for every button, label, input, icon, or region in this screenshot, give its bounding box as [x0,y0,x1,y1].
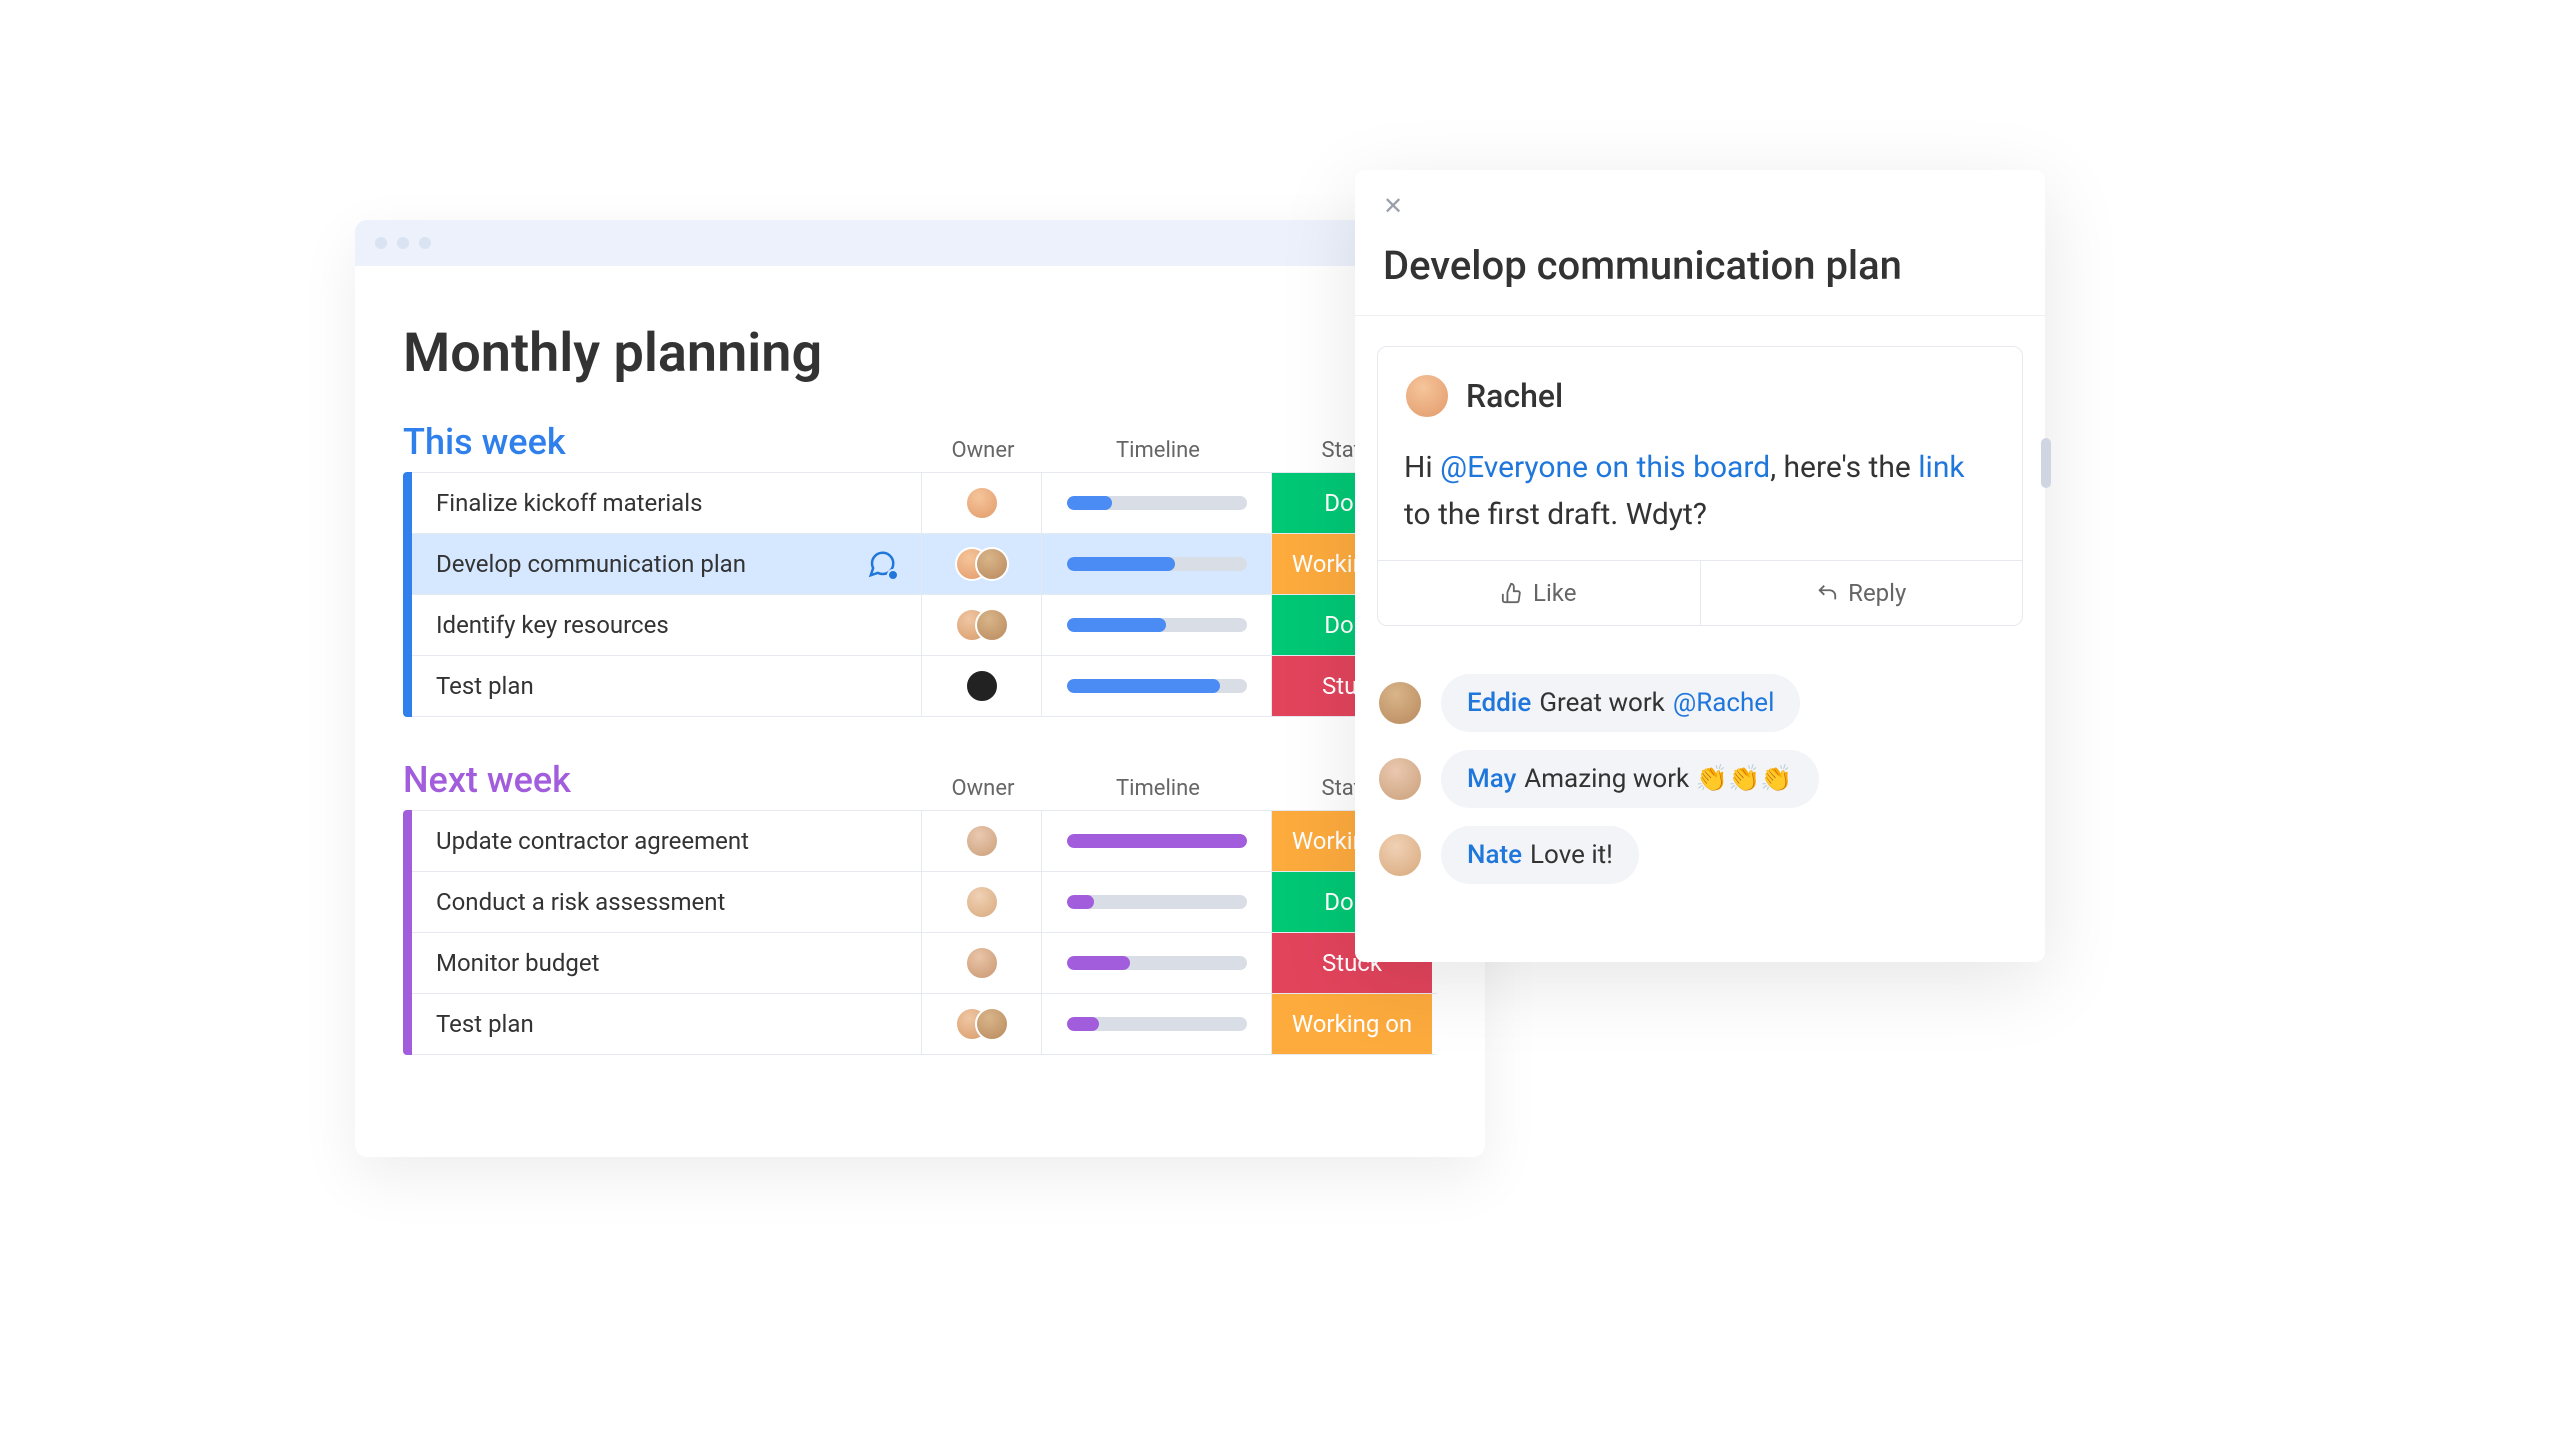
panel-title: Develop communication plan [1383,242,2017,289]
reply-text: Love it! [1530,840,1613,870]
post-actions: Like Reply [1378,560,2022,625]
post-author-name: Rachel [1466,377,1563,415]
task-name-cell[interactable]: Identify key resources [412,595,922,655]
table-row[interactable]: Test planStuck [412,655,1437,717]
table-row[interactable]: Test plan Working on [412,993,1437,1055]
post-text: to the first draft. Wdyt? [1404,497,1707,532]
avatar[interactable] [1377,756,1423,802]
board-window: Monthly planning This weekOwnerTimelineS… [355,220,1485,1157]
reply-item: Nate Love it! [1377,826,2023,884]
table-row[interactable]: Update contractor agreementWorking on [412,810,1437,872]
group-title[interactable]: Next week [403,759,923,801]
board-title: Monthly planning [403,322,1437,385]
timeline-cell[interactable] [1042,811,1272,871]
task-name-cell[interactable]: Conduct a risk assessment [412,872,922,932]
item-panel: ✕ Develop communication plan Rachel Hi @… [1355,170,2045,962]
reply-item: Eddie Great work @Rachel [1377,674,2023,732]
group-next-week: Next weekOwnerTimelineStatusUpdate contr… [403,759,1437,1055]
owner-cell[interactable] [922,994,1042,1054]
avatar[interactable] [965,824,999,858]
reply-author: Nate [1467,840,1522,870]
task-name-cell[interactable]: Test plan [412,656,922,716]
reply-arrow-icon [1816,582,1838,604]
task-name-cell[interactable]: Update contractor agreement [412,811,922,871]
timeline-cell[interactable] [1042,656,1272,716]
like-button[interactable]: Like [1378,561,1700,625]
avatar[interactable] [965,885,999,919]
table-row[interactable]: Identify key resourcesDone [412,594,1437,656]
owner-cell[interactable] [922,595,1042,655]
task-name-cell[interactable]: Test plan [412,994,922,1054]
reply-text: Great work [1539,688,1665,718]
traffic-light-close-icon[interactable] [375,237,387,249]
avatar[interactable] [975,608,1009,642]
avatar[interactable] [975,1007,1009,1041]
table-row[interactable]: Conduct a risk assessmentDone [412,871,1437,933]
owner-cell[interactable] [922,872,1042,932]
like-label: Like [1533,579,1576,607]
reply-author: Eddie [1467,688,1531,718]
post-body: Hi @Everyone on this board, here's the l… [1404,445,1996,538]
timeline-cell[interactable] [1042,872,1272,932]
post-card: Rachel Hi @Everyone on this board, here'… [1377,346,2023,626]
table-row[interactable]: Develop communication planWorking on [412,533,1437,595]
reply-author: May [1467,764,1516,794]
reply-label: Reply [1848,579,1906,607]
status-cell[interactable]: Working on [1272,994,1432,1054]
scrollbar-thumb[interactable] [2041,438,2051,488]
column-header-owner: Owner [923,438,1043,463]
reply-item: May Amazing work 👏👏👏 [1377,750,2023,808]
column-header-owner: Owner [923,776,1043,801]
group-title[interactable]: This week [403,421,923,463]
post-text: Hi [1404,450,1440,485]
traffic-light-min-icon[interactable] [397,237,409,249]
mention[interactable]: @Everyone on this board [1440,450,1770,485]
task-name-cell[interactable]: Develop communication plan [412,534,922,594]
column-header-timeline: Timeline [1043,776,1273,801]
timeline-cell[interactable] [1042,595,1272,655]
traffic-light-max-icon[interactable] [419,237,431,249]
avatar[interactable] [1404,373,1450,419]
chat-bubble-icon[interactable] [867,549,897,579]
close-icon[interactable]: ✕ [1383,192,1403,220]
timeline-cell[interactable] [1042,473,1272,533]
timeline-cell[interactable] [1042,933,1272,993]
post-text: , here's the [1770,450,1918,485]
timeline-cell[interactable] [1042,994,1272,1054]
reply-button[interactable]: Reply [1700,561,2023,625]
post-link[interactable]: link [1918,450,1964,485]
avatar[interactable] [965,486,999,520]
thumbs-up-icon [1501,582,1523,604]
avatar[interactable] [965,669,999,703]
avatar[interactable] [1377,832,1423,878]
mention[interactable]: @Rachel [1673,688,1775,718]
table-row[interactable]: Monitor budgetStuck [412,932,1437,994]
avatar[interactable] [1377,680,1423,726]
owner-cell[interactable] [922,656,1042,716]
reply-bubble[interactable]: Nate Love it! [1441,826,1639,884]
task-name-cell[interactable]: Monitor budget [412,933,922,993]
column-header-timeline: Timeline [1043,438,1273,463]
owner-cell[interactable] [922,534,1042,594]
owner-cell[interactable] [922,811,1042,871]
reply-bubble[interactable]: May Amazing work 👏👏👏 [1441,750,1819,808]
owner-cell[interactable] [922,473,1042,533]
replies-list: Eddie Great work @Rachel May Amazing work… [1355,646,2045,962]
reply-text: Amazing work 👏👏👏 [1524,764,1792,794]
timeline-cell[interactable] [1042,534,1272,594]
table-row[interactable]: Finalize kickoff materialsDone [412,472,1437,534]
task-name-cell[interactable]: Finalize kickoff materials [412,473,922,533]
group-this-week: This weekOwnerTimelineStatusFinalize kic… [403,421,1437,717]
avatar[interactable] [975,547,1009,581]
window-titlebar [355,220,1485,266]
owner-cell[interactable] [922,933,1042,993]
avatar[interactable] [965,946,999,980]
reply-bubble[interactable]: Eddie Great work @Rachel [1441,674,1800,732]
